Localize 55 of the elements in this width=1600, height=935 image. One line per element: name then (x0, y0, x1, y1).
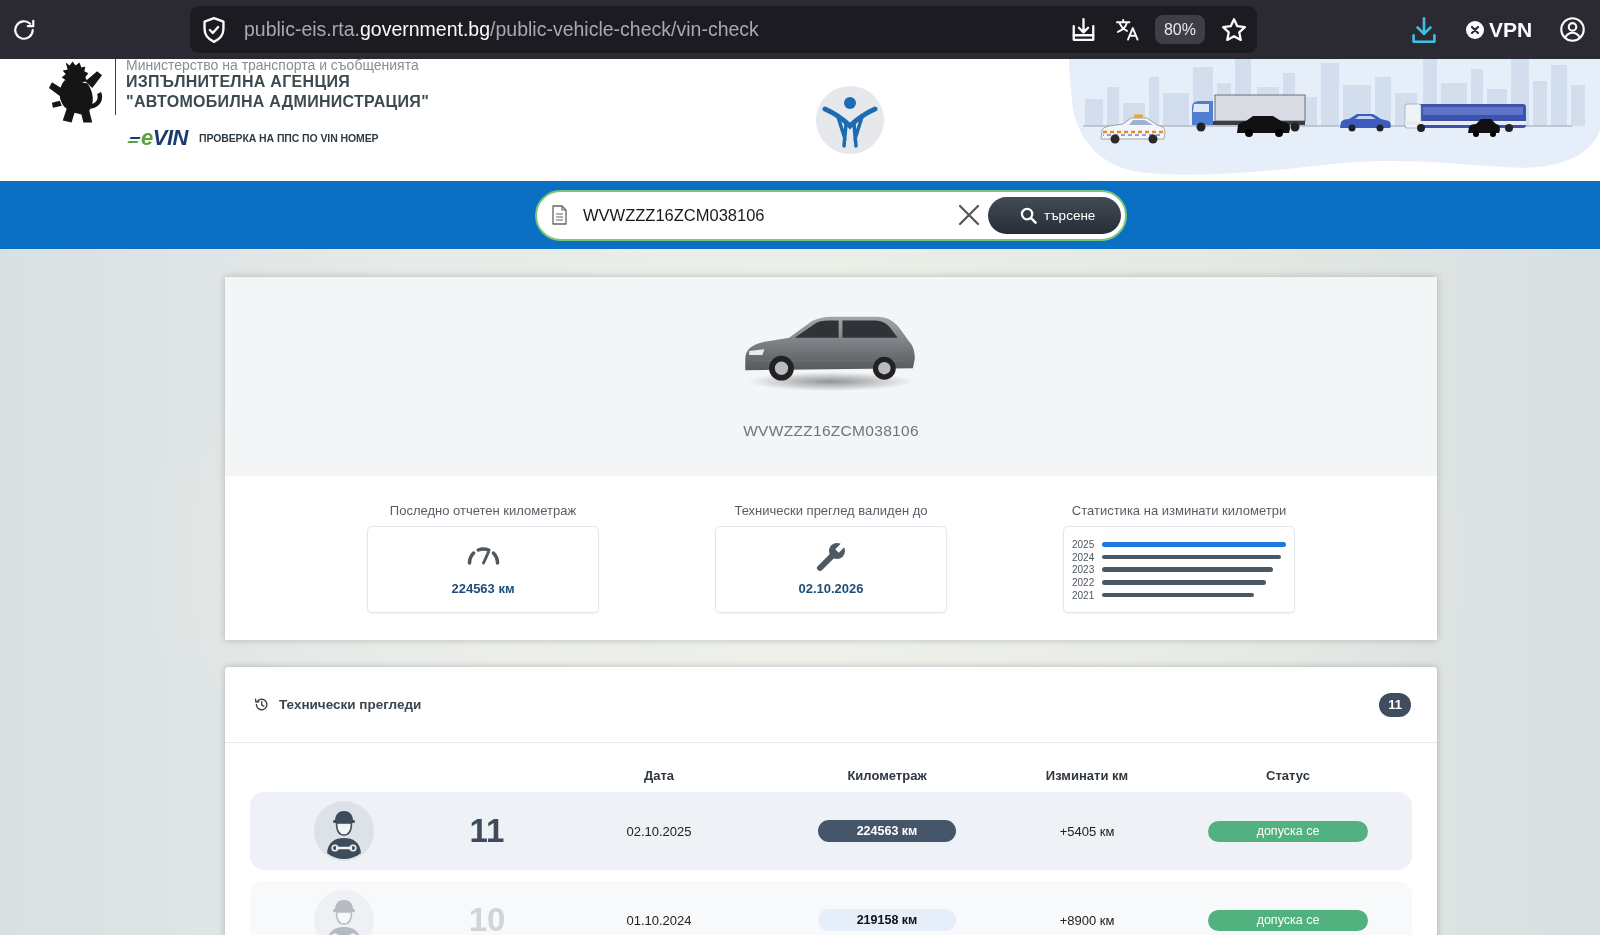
search-field[interactable]: WVWZZZ16ZCM038106 търсене (535, 189, 1127, 241)
document-icon (552, 205, 567, 225)
mileage-badge: 224563 км (818, 820, 956, 842)
mileage-badge: 219158 км (818, 909, 956, 931)
agency-name: ИЗПЪЛНИТЕЛНА АГЕНЦИЯ "АВТОМОБИЛНА АДМИНИСТРАЦИЯ" (126, 73, 429, 112)
stat-label: Статистика на изминати километри (1071, 503, 1287, 518)
inspection-number: 11 (469, 813, 505, 849)
section-title: Технически прегледи (279, 697, 422, 712)
status-badge: допуска се (1208, 820, 1368, 842)
history-icon (254, 697, 269, 712)
column-header: Изминати км (1045, 768, 1129, 783)
year-label: 2023 (1072, 564, 1096, 576)
inspection-valid-date: 02.10.2026 (798, 581, 864, 596)
tagline: ПРОВЕРКА НА ППС ПО VIN НОМЕР (198, 132, 379, 144)
column-header: Километраж (847, 768, 927, 783)
person-emblem-icon (816, 86, 884, 154)
shield-icon[interactable] (203, 16, 225, 43)
search-button[interactable]: търсене (988, 196, 1121, 234)
search-icon (1020, 206, 1037, 224)
mechanic-avatar-icon (314, 890, 374, 935)
reload-icon[interactable] (12, 17, 36, 42)
column-header: Дата (643, 768, 675, 783)
star-icon[interactable] (1222, 18, 1246, 41)
zoom-level-button[interactable]: 80% (1154, 15, 1205, 44)
wrench-icon (816, 542, 846, 572)
mileage-value: 224563 км (451, 581, 515, 596)
x-circle-icon (1466, 20, 1484, 39)
column-header: Статус (1266, 768, 1310, 783)
year-label: 2024 (1072, 551, 1096, 563)
lion-emblem-icon (48, 59, 105, 125)
distance-driven: +5405 км (1059, 823, 1115, 839)
stat-label: Технически преглед валиден до (734, 503, 928, 518)
status-badge: допуска се (1208, 909, 1368, 931)
url-text: public-eis.rta.government.bg/public-vehicle-check/vin-check (244, 18, 759, 41)
close-icon (958, 204, 980, 226)
vin-text: WVWZZZ16ZCM038106 (743, 422, 919, 440)
count-badge: 11 (1379, 692, 1411, 717)
inspection-date: 01.10.2024 (626, 912, 692, 928)
tray-arrow-icon[interactable] (1071, 18, 1095, 41)
vpn-button[interactable]: VPN (1466, 17, 1533, 42)
ministry-name: Министерство на транспорта и съобщенията (126, 59, 420, 72)
year-label: 2021 (1072, 589, 1096, 601)
inspection-date: 02.10.2025 (626, 823, 692, 839)
account-icon[interactable] (1560, 17, 1586, 42)
translate-icon[interactable] (1114, 18, 1140, 41)
mechanic-avatar-icon (314, 801, 374, 861)
address-bar[interactable]: public-eis.rta.government.bg/public-vehicle-check/vin-check 80% (190, 6, 1257, 53)
clear-button[interactable] (958, 204, 980, 226)
evin-logo: eVIN (126, 129, 188, 147)
year-label: 2022 (1072, 576, 1096, 588)
year-label: 2025 (1072, 538, 1096, 550)
gauge-icon (466, 547, 500, 565)
download-icon[interactable] (1412, 16, 1436, 43)
stat-label: Последно отчетен километраж (389, 503, 577, 518)
distance-driven: +8900 км (1059, 912, 1115, 928)
